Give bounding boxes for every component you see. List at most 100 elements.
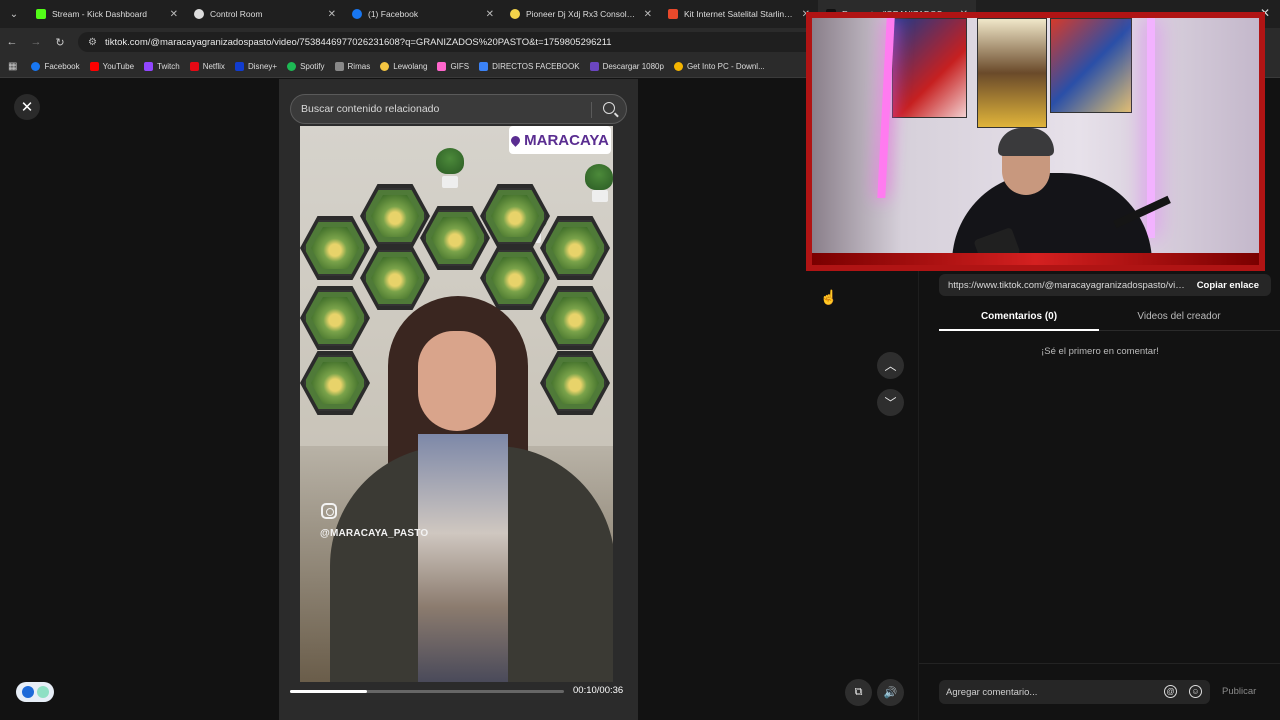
- comment-placeholder: Agregar comentario...: [946, 686, 1038, 698]
- previous-video-chevron-up-icon[interactable]: ︿: [877, 352, 904, 379]
- tab-close-icon[interactable]: ✕: [328, 9, 336, 20]
- video-download-icon: [589, 62, 599, 71]
- bookmark[interactable]: Facebook: [31, 62, 80, 71]
- bookmark[interactable]: Descargar 1080p: [589, 62, 664, 71]
- browser-tab[interactable]: Control Room ✕: [186, 0, 344, 28]
- person-shirt: [418, 434, 508, 682]
- netflix-icon: [189, 62, 199, 71]
- bookmark[interactable]: Rimas: [334, 62, 371, 71]
- copy-link-button[interactable]: Copiar enlace: [1185, 280, 1271, 291]
- search-input[interactable]: Buscar contenido relacionado: [290, 94, 627, 124]
- mercadolibre-icon: [510, 9, 520, 19]
- youtube-icon: [89, 62, 99, 71]
- lewolang-icon: [380, 62, 390, 71]
- browser-tab[interactable]: Kit Internet Satelital Starlink Mi ✕: [660, 0, 818, 28]
- video-column: Buscar contenido relacionado MARACAYA @M…: [279, 79, 638, 720]
- forward-icon[interactable]: →: [24, 36, 48, 48]
- plant-pot: [442, 176, 458, 188]
- search-divider: [591, 102, 592, 118]
- spotify-icon: [287, 62, 297, 71]
- download-icon: [479, 62, 489, 71]
- bookmark[interactable]: DIRECTOS FACEBOOK: [479, 62, 580, 71]
- hand-cursor-icon: ☝: [820, 289, 838, 305]
- bookmark-label: Netflix: [202, 62, 225, 71]
- tab-title: Stream - Kick Dashboard: [52, 9, 147, 19]
- brand-badge-label: MARACAYA: [524, 131, 609, 149]
- tab-creator-videos[interactable]: Videos del creador: [1099, 305, 1259, 330]
- video-progress-fill: [290, 690, 367, 693]
- bookmark-label: DIRECTOS FACEBOOK: [492, 62, 580, 71]
- volume-icon[interactable]: 🔊: [877, 679, 904, 706]
- poster: [977, 18, 1047, 128]
- tab-close-icon[interactable]: ✕: [486, 9, 494, 20]
- tab-comments[interactable]: Comentarios (0): [939, 305, 1099, 331]
- search-placeholder: Buscar contenido relacionado: [301, 103, 440, 115]
- k-icon: [668, 9, 678, 19]
- disney-icon: [234, 62, 244, 71]
- close-icon[interactable]: ✕: [14, 94, 40, 120]
- reload-icon[interactable]: ↻: [48, 36, 72, 49]
- floating-player-icon[interactable]: ⧉: [845, 679, 872, 706]
- tab-title: Kit Internet Satelital Starlink Mi: [684, 9, 796, 19]
- bookmark-label: Disney+: [247, 62, 278, 71]
- tab-search-chevron-icon[interactable]: ⌄: [0, 0, 28, 28]
- browser-tab[interactable]: Pioneer Dj Xdj Rx3 Consola All ✕: [502, 0, 660, 28]
- comment-input[interactable]: Agregar comentario... @ ☺: [939, 680, 1210, 704]
- mention-icon[interactable]: @: [1164, 685, 1177, 698]
- bookmark[interactable]: GIFS: [437, 62, 469, 71]
- tab-close-icon[interactable]: ✕: [170, 9, 178, 20]
- bookmark[interactable]: Twitch: [144, 62, 180, 71]
- plant: [436, 148, 464, 174]
- video-progress-bar[interactable]: [290, 690, 564, 693]
- facebook-icon: [31, 62, 41, 71]
- bookmark[interactable]: Spotify: [287, 62, 325, 71]
- tab-title: (1) Facebook: [368, 9, 419, 19]
- extension-widget[interactable]: [16, 682, 54, 702]
- publish-button[interactable]: Publicar: [1222, 686, 1256, 697]
- comment-composer: Agregar comentario... @ ☺ Publicar: [919, 663, 1280, 720]
- control-room-icon: [194, 9, 204, 19]
- plant: [585, 164, 613, 190]
- screen: ⌄ Stream - Kick Dashboard ✕ Control Room…: [0, 0, 1280, 720]
- webcam-frame-bottom: [812, 253, 1259, 265]
- bookmark-label: YouTube: [102, 62, 135, 71]
- getintopc-icon: [673, 62, 683, 71]
- browser-tab[interactable]: Stream - Kick Dashboard ✕: [28, 0, 186, 28]
- facebook-icon: [352, 9, 362, 19]
- tab-close-icon[interactable]: ✕: [644, 9, 652, 20]
- bookmark-label: Lewolang: [393, 62, 428, 71]
- search-icon[interactable]: [603, 102, 615, 114]
- person-face: [418, 331, 496, 431]
- address-bar[interactable]: ⚙ tiktok.com/@maracayagranizadospasto/vi…: [78, 32, 878, 52]
- emoji-icon[interactable]: ☺: [1189, 685, 1202, 698]
- share-url[interactable]: https://www.tiktok.com/@maracayagranizad…: [939, 280, 1185, 291]
- bookmark-label: Rimas: [347, 62, 371, 71]
- location-badge: MARACAYA: [509, 126, 611, 154]
- site-info-icon[interactable]: ⚙: [88, 37, 97, 48]
- tab-title: Control Room: [210, 9, 263, 19]
- bookmark-label: Twitch: [157, 62, 180, 71]
- plant-pot: [592, 190, 608, 202]
- bookmark-label: Spotify: [300, 62, 325, 71]
- webcam-overlay: [806, 12, 1265, 271]
- gifs-icon: [437, 62, 447, 71]
- back-icon[interactable]: ←: [0, 36, 24, 48]
- bookmark[interactable]: Netflix: [189, 62, 225, 71]
- bookmark[interactable]: YouTube: [89, 62, 135, 71]
- instagram-handle: @MARACAYA_PASTO: [320, 528, 429, 539]
- browser-tab[interactable]: (1) Facebook ✕: [344, 0, 502, 28]
- panel-tabs: Comentarios (0) Videos del creador: [939, 305, 1280, 331]
- folder-icon: [334, 62, 344, 71]
- apps-grid-icon[interactable]: ▦: [8, 61, 17, 72]
- bookmark[interactable]: Get Into PC - Downl...: [673, 62, 765, 71]
- video-player[interactable]: MARACAYA @MARACAYA_PASTO: [300, 126, 613, 682]
- video-time: 00:10/00:36: [573, 685, 624, 696]
- tab-title: Pioneer Dj Xdj Rx3 Consola All: [526, 9, 638, 19]
- twitch-icon: [144, 62, 154, 71]
- bookmark[interactable]: Lewolang: [380, 62, 427, 71]
- poster: [892, 18, 967, 118]
- next-video-chevron-down-icon[interactable]: ﹀: [877, 389, 904, 416]
- bookmark-label: Facebook: [44, 62, 80, 71]
- instagram-icon: [321, 503, 337, 519]
- bookmark[interactable]: Disney+: [234, 62, 278, 71]
